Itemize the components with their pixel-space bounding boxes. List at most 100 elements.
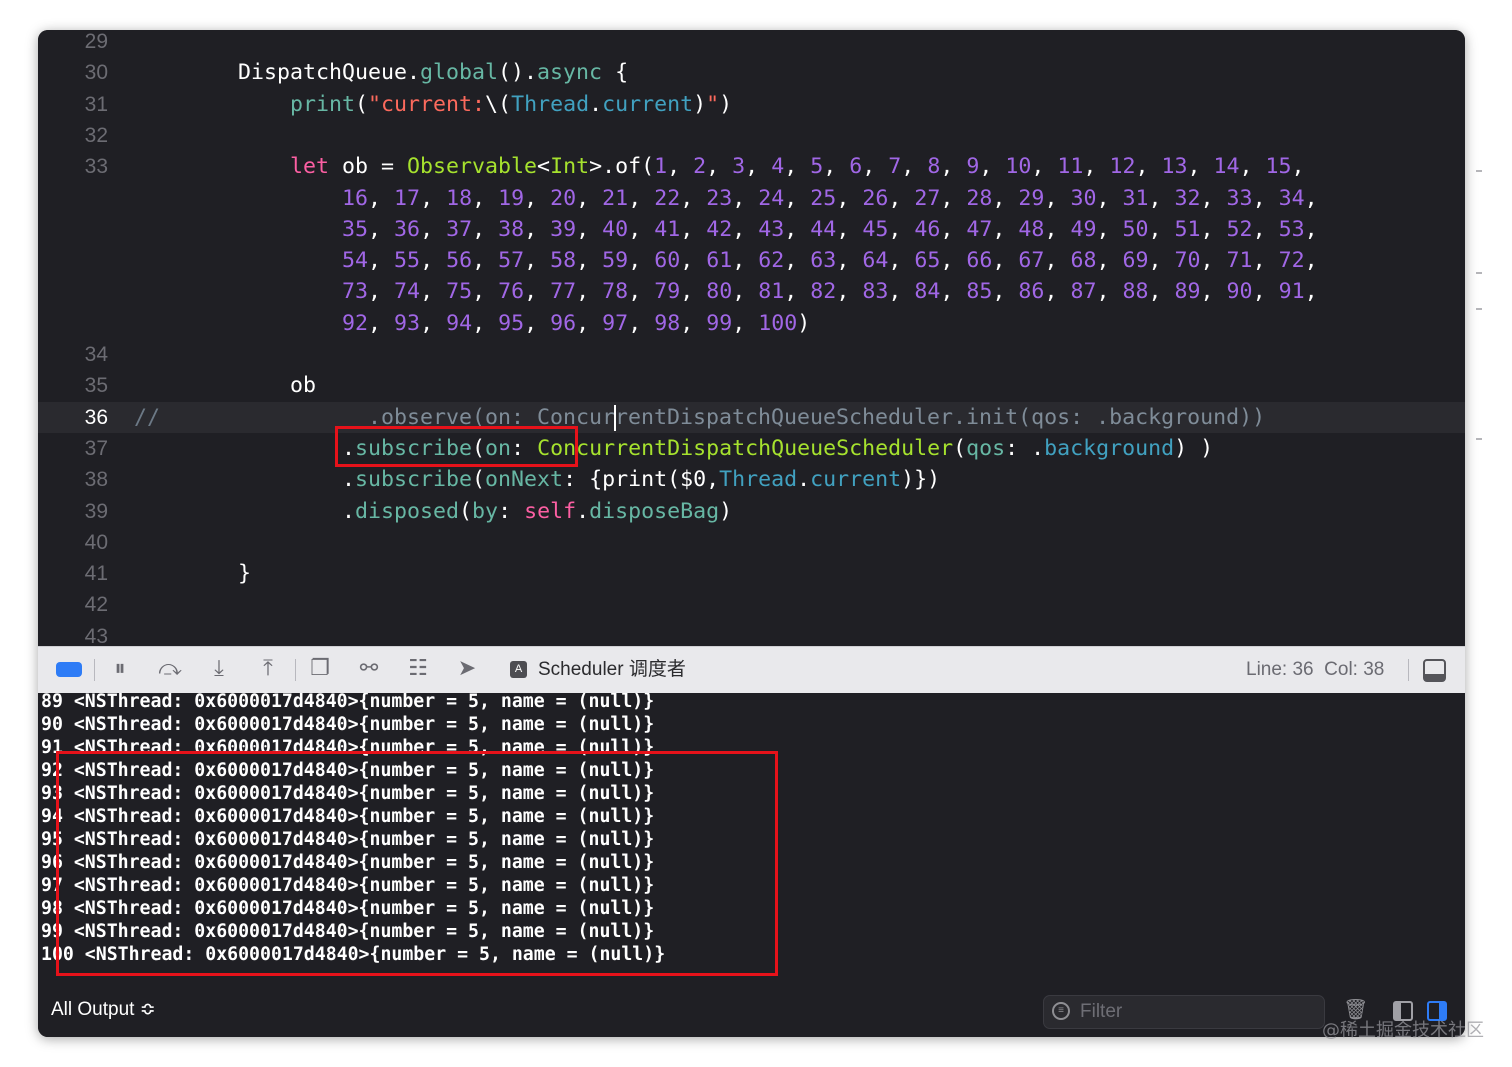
line-number[interactable]: 43 <box>38 621 108 646</box>
code-line[interactable]: 42 <box>38 589 1465 620</box>
divider <box>295 659 296 681</box>
code-line[interactable]: 41 } <box>38 558 1465 589</box>
code-token: 85 <box>966 279 993 305</box>
line-number[interactable]: 39 <box>38 496 108 527</box>
scheme-name[interactable]: Scheduler 调度者 <box>538 647 686 693</box>
code-text[interactable]: 92, 93, 94, 95, 96, 97, 98, 99, 100) <box>134 308 810 339</box>
code-token: 10 <box>1005 154 1032 180</box>
code-line[interactable]: 16, 17, 18, 19, 20, 21, 22, 23, 24, 25, … <box>38 183 1465 214</box>
code-token: "current: <box>368 91 486 117</box>
code-editor[interactable]: 29 30 DispatchQueue.global().async {31 pr… <box>38 30 1465 646</box>
line-number[interactable]: 30 <box>38 57 108 88</box>
code-token: 64 <box>862 248 889 274</box>
code-line[interactable]: 29 <box>38 30 1465 57</box>
code-token: , <box>1239 154 1266 180</box>
code-token: ( <box>953 435 967 461</box>
code-token: 38 <box>498 216 525 242</box>
view-hierarchy-icon[interactable]: ❐ <box>306 655 334 683</box>
code-token: , <box>1044 279 1071 305</box>
code-text[interactable]: .subscribe(onNext: {print($0,Thread.curr… <box>134 464 940 495</box>
code-token: , <box>732 310 759 336</box>
code-text[interactable]: .disposed(by: self.disposeBag) <box>134 496 732 527</box>
code-token: Int <box>550 154 590 180</box>
code-token: 13 <box>1161 154 1188 180</box>
line-number[interactable]: 37 <box>38 433 108 464</box>
code-line[interactable]: 40 <box>38 527 1465 558</box>
code-token: 87 <box>1070 279 1097 305</box>
code-token: ) <box>693 91 707 117</box>
code-text[interactable]: 54, 55, 56, 57, 58, 59, 60, 61, 62, 63, … <box>134 245 1318 276</box>
code-text[interactable]: .subscribe(on: ConcurrentDispatchQueueSc… <box>134 433 1213 464</box>
line-number[interactable]: 38 <box>38 464 108 495</box>
code-token: 17 <box>394 185 421 211</box>
code-line[interactable]: 36 // .observe(on: ConcurrentDispatchQueu… <box>38 401 1465 433</box>
breakpoints-toggle-icon[interactable] <box>56 662 82 677</box>
line-number[interactable]: 32 <box>38 120 108 151</box>
line-number[interactable]: 29 <box>38 30 108 57</box>
output-selector[interactable]: All Output ≎ <box>51 997 156 1023</box>
filter-input[interactable] <box>1078 998 1312 1026</box>
code-text[interactable]: print("current:\(Thread.current)") <box>134 89 732 120</box>
code-token: , <box>1187 154 1214 180</box>
code-token: 21 <box>602 185 629 211</box>
code-line[interactable]: 31 print("current:\(Thread.current)") <box>38 89 1465 120</box>
code-token: , <box>940 185 967 211</box>
pause-icon[interactable]: ⏸ <box>106 655 134 683</box>
code-token: 26 <box>862 185 889 211</box>
code-line[interactable]: 34 <box>38 339 1465 370</box>
line-number[interactable]: 41 <box>38 558 108 589</box>
code-token: . <box>134 467 356 493</box>
line-number[interactable]: 40 <box>38 527 108 558</box>
code-line[interactable]: 38 .subscribe(onNext: {print($0,Thread.c… <box>38 464 1465 495</box>
code-text[interactable]: } <box>134 558 251 589</box>
code-line[interactable]: 35, 36, 37, 38, 39, 40, 41, 42, 43, 44, … <box>38 214 1465 245</box>
code-token: , <box>472 216 499 242</box>
environment-overrides-icon[interactable]: ☷ <box>404 655 432 683</box>
code-text[interactable]: 35, 36, 37, 38, 39, 40, 41, 42, 43, 44, … <box>134 214 1318 245</box>
code-token: 33 <box>1226 185 1253 211</box>
line-number[interactable]: 42 <box>38 589 108 620</box>
code-token: , <box>576 216 603 242</box>
code-text[interactable]: let ob = Observable<Int>.of(1, 2, 3, 4, … <box>134 151 1305 182</box>
code-token: 31 <box>1122 185 1149 211</box>
code-text[interactable]: 73, 74, 75, 76, 77, 78, 79, 80, 81, 82, … <box>134 276 1318 307</box>
line-number[interactable]: 36 <box>38 402 108 433</box>
hide-debug-area-icon[interactable] <box>1423 659 1446 682</box>
code-line[interactable]: 32 <box>38 120 1465 151</box>
code-line[interactable]: 30 DispatchQueue.global().async { <box>38 57 1465 88</box>
code-line[interactable]: 92, 93, 94, 95, 96, 97, 98, 99, 100) <box>38 308 1465 339</box>
code-line[interactable]: 43 <box>38 621 1465 646</box>
code-token: , <box>667 154 694 180</box>
line-number[interactable]: 31 <box>38 89 108 120</box>
code-text[interactable]: // .observe(on: ConcurrentDispatchQueueS… <box>134 402 1265 433</box>
code-token: , <box>992 216 1019 242</box>
code-line[interactable]: 54, 55, 56, 57, 58, 59, 60, 61, 62, 63, … <box>38 245 1465 276</box>
line-number[interactable]: 33 <box>38 151 108 182</box>
code-token: , <box>888 248 915 274</box>
step-into-icon[interactable]: ⤓ <box>205 655 233 683</box>
memory-graph-icon[interactable]: ⚯ <box>355 655 383 683</box>
simulate-location-icon[interactable]: ➤ <box>453 655 481 683</box>
code-token: ob = <box>329 154 408 180</box>
step-out-icon[interactable]: ⤒ <box>254 655 282 683</box>
code-token: , <box>368 216 395 242</box>
code-line[interactable]: 73, 74, 75, 76, 77, 78, 79, 80, 81, 82, … <box>38 276 1465 307</box>
code-token: 89 <box>1174 279 1201 305</box>
code-text[interactable]: ob <box>134 370 316 401</box>
filter-field[interactable]: ≡ <box>1043 995 1325 1029</box>
code-text[interactable]: DispatchQueue.global().async { <box>134 57 628 88</box>
code-line[interactable]: 35 ob <box>38 370 1465 401</box>
code-text[interactable]: 16, 17, 18, 19, 20, 21, 22, 23, 24, 25, … <box>134 183 1318 214</box>
code-token: , <box>420 248 447 274</box>
code-token: , <box>784 216 811 242</box>
line-number[interactable]: 34 <box>38 339 108 370</box>
code-token: by <box>472 498 499 524</box>
code-line[interactable]: 37 .subscribe(on: ConcurrentDispatchQueu… <box>38 433 1465 464</box>
line-number[interactable]: 35 <box>38 370 108 401</box>
code-line[interactable]: 33 let ob = Observable<Int>.of(1, 2, 3, … <box>38 151 1465 182</box>
step-over-icon[interactable]: ⤼ <box>156 655 184 683</box>
code-line[interactable]: 39 .disposed(by: self.disposeBag) <box>38 496 1465 527</box>
code-token: 79 <box>654 279 681 305</box>
code-token: ConcurrentDispatchQueueScheduler <box>537 435 954 461</box>
